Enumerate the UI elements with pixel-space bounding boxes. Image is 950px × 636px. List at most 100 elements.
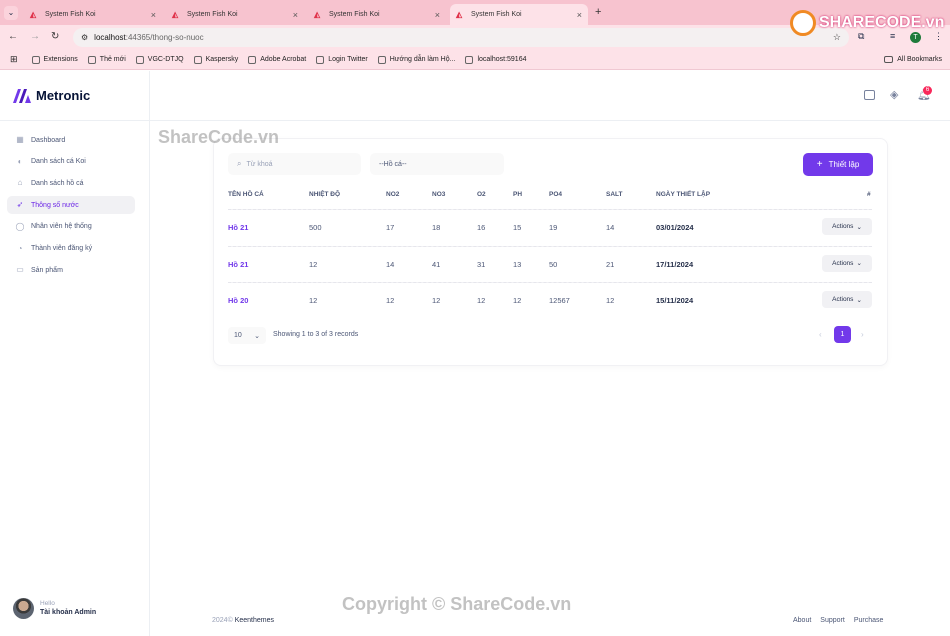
current-page-button[interactable]: 1 xyxy=(834,326,851,343)
rocket-icon: ➶ xyxy=(16,200,24,210)
folder-icon xyxy=(884,56,894,63)
actions-label: Actions xyxy=(832,223,854,230)
pond-name-link[interactable]: Hồ 21 xyxy=(228,223,248,232)
user-avatar[interactable] xyxy=(13,598,34,619)
bookmark-label: Hướng dẫn làm Hộ... xyxy=(389,56,456,63)
sidebar-item-label: Danh sách hồ cá xyxy=(31,179,84,187)
sidebar-item[interactable]: ▦ Dashboard xyxy=(7,131,135,149)
sidebar-item[interactable]: ◯ Nhân viên hệ thống xyxy=(7,218,135,236)
sidebar-item-label: Nhân viên hệ thống xyxy=(31,223,92,231)
pond-name-link[interactable]: Hồ 21 xyxy=(228,260,248,269)
table-cell: 19 xyxy=(549,223,558,232)
actions-dropdown[interactable]: Actions ⌄ xyxy=(822,291,872,308)
pdf-icon xyxy=(316,55,325,64)
url-input[interactable]: ⚙ localhost:44365/thong-so-nuoc ☆ xyxy=(73,28,849,47)
bookmark-label: localhost:59164 xyxy=(477,56,527,63)
bookmark-item[interactable]: Thẻ mới xyxy=(87,55,126,64)
browser-tab[interactable]: ◭ System Fish Koi × xyxy=(166,4,304,25)
close-tab-icon[interactable]: × xyxy=(577,10,582,20)
url-path: :44365/thong-so-nuoc xyxy=(125,33,204,42)
table-cell: 12 xyxy=(432,296,441,305)
actions-label: Actions xyxy=(832,259,854,267)
site-info-icon[interactable]: ⚙ xyxy=(81,33,88,42)
footer-link[interactable]: Purchase xyxy=(854,617,884,624)
koi-favicon-icon: ◭ xyxy=(456,9,463,19)
sharecode-logo: SHARECODE.vn xyxy=(790,10,944,36)
user-add-icon: ◔ xyxy=(17,243,23,253)
bookmark-item[interactable]: localhost:59164 xyxy=(465,55,527,64)
table-cell: 17 xyxy=(386,223,395,232)
browser-tab[interactable]: ◭ System Fish Koi × xyxy=(450,4,588,25)
page-size-select[interactable]: 10 ⌄ xyxy=(228,327,266,344)
prev-page-icon[interactable]: ‹ xyxy=(819,330,822,339)
bookmark-item[interactable]: Extensions xyxy=(31,55,78,64)
x-icon xyxy=(377,55,386,64)
close-tab-icon[interactable]: × xyxy=(293,10,298,20)
close-tab-icon[interactable]: × xyxy=(151,10,156,20)
close-tab-icon[interactable]: × xyxy=(435,10,440,20)
actions-dropdown[interactable]: Actions ⌄ xyxy=(822,254,872,272)
footer-company-link[interactable]: Keenthemes xyxy=(235,617,274,624)
bookmark-item[interactable]: VGC-DTJQ xyxy=(135,55,184,64)
brand-logo[interactable]: Metronic xyxy=(13,88,90,103)
add-setting-button[interactable]: + Thiết lập xyxy=(803,153,873,176)
bookmark-item[interactable]: Login Twitter xyxy=(316,55,368,64)
table-cell: 12 xyxy=(477,296,486,305)
folder-icon xyxy=(193,55,202,64)
table-cell: 18 xyxy=(432,223,441,232)
table-header-cell: NO2 xyxy=(386,191,400,198)
table-cell: 15 xyxy=(513,223,522,232)
sidebar-item-label: Dashboard xyxy=(31,136,66,144)
footer-link[interactable]: About xyxy=(793,617,811,624)
table-cell: 13 xyxy=(513,259,522,269)
actions-label: Actions xyxy=(832,296,854,303)
calendar-icon[interactable] xyxy=(864,90,875,100)
bookmark-item[interactable]: Hướng dẫn làm Hộ... xyxy=(377,55,456,64)
table-cell: 12 xyxy=(386,296,395,305)
bookmark-label: Adobe Acrobat xyxy=(260,56,307,63)
bookmark-item[interactable]: Adobe Acrobat xyxy=(248,55,307,64)
sidebar-item[interactable]: ⌂ Danh sách hồ cá xyxy=(7,174,135,192)
user-name[interactable]: Tài khoản Admin xyxy=(40,609,96,616)
metronic-logo-icon xyxy=(13,88,31,103)
bookmark-label: Login Twitter xyxy=(328,56,368,63)
globe-icon xyxy=(87,55,96,64)
table-header-cell: O2 xyxy=(477,191,486,198)
table-row-divider xyxy=(228,209,872,210)
user-greeting: Hello xyxy=(40,600,55,607)
browser-tab[interactable]: ◭ System Fish Koi × xyxy=(308,4,446,25)
sidebar-item[interactable]: ◔ Thành viên đăng ký xyxy=(7,240,135,258)
actions-dropdown[interactable]: Actions ⌄ xyxy=(822,218,872,235)
table-cell: 12 xyxy=(606,296,615,305)
forward-icon[interactable]: → xyxy=(30,31,40,42)
sidebar-item[interactable]: ▭ Sản phẩm xyxy=(7,261,135,279)
sidebar-item[interactable]: ➶ Thông số nước xyxy=(7,196,135,215)
sidebar-item[interactable]: ◐ Danh sách cá Koi xyxy=(7,153,135,171)
table-cell: 14 xyxy=(606,223,615,232)
reload-icon[interactable]: ↻ xyxy=(51,31,59,42)
new-tab-button[interactable]: + xyxy=(595,6,601,18)
pond-select[interactable]: --Hồ cá-- xyxy=(370,153,504,175)
table-cell: 12 xyxy=(513,296,522,305)
table-cell: 50 xyxy=(549,259,558,269)
all-bookmarks[interactable]: All Bookmarks xyxy=(884,56,942,63)
layers-icon[interactable]: ◈ xyxy=(890,88,898,101)
browser-tab[interactable]: ◭ System Fish Koi × xyxy=(24,4,162,25)
back-icon[interactable]: ← xyxy=(8,31,18,42)
tab-title: System Fish Koi xyxy=(187,11,238,18)
footer-link[interactable]: Support xyxy=(820,617,845,624)
search-input[interactable]: ⌕ Từ khoá xyxy=(228,153,361,175)
pond-name-link[interactable]: Hồ 20 xyxy=(228,296,248,305)
table-cell: 12 xyxy=(309,259,318,269)
table-header-cell: NHIỆT ĐỘ xyxy=(309,191,341,198)
table-cell: 41 xyxy=(432,259,441,269)
next-page-icon[interactable]: › xyxy=(861,330,864,339)
tab-search-button[interactable]: ⌄ xyxy=(4,6,18,20)
grid-icon: ▦ xyxy=(16,135,24,144)
table-header-cell: NO3 xyxy=(432,191,446,198)
sidebar-item-label: Sản phẩm xyxy=(31,266,63,274)
bookmark-item[interactable]: Kaspersky xyxy=(193,55,238,64)
bookmark-list: Extensions Thẻ mới VGC-DTJQ Kaspersky Adobe … xyxy=(31,55,537,64)
puzzle-icon xyxy=(31,55,40,64)
apps-icon[interactable]: ⊞ xyxy=(10,54,18,65)
